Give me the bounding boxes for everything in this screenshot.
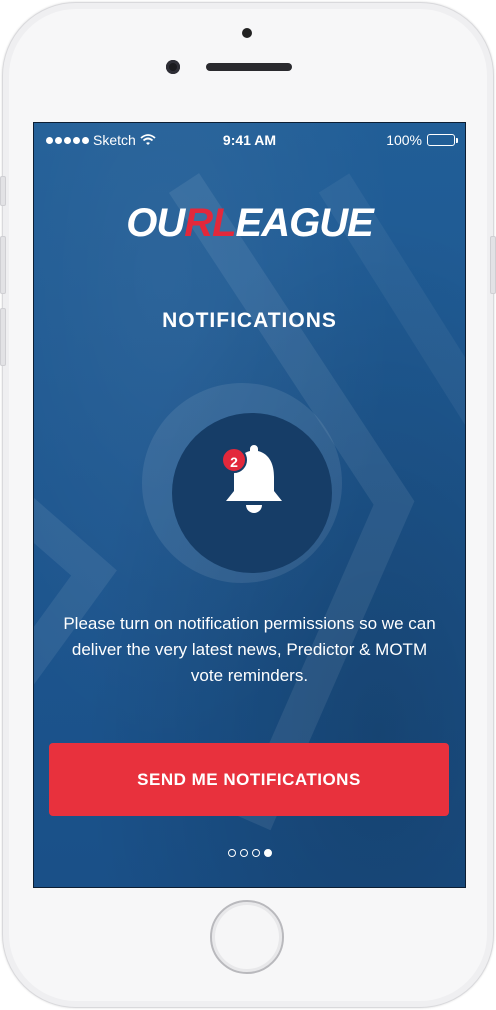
home-button[interactable] — [210, 900, 284, 974]
volume-up-button — [0, 236, 6, 294]
page-indicator[interactable] — [34, 849, 465, 857]
earpiece-speaker — [206, 63, 292, 71]
power-button — [490, 236, 496, 294]
send-notifications-button[interactable]: SEND ME NOTIFICATIONS — [49, 743, 449, 816]
logo-part-1: OU — [126, 201, 185, 245]
page-dot[interactable] — [251, 849, 260, 857]
page-dot[interactable] — [263, 849, 272, 857]
battery-icon — [427, 134, 458, 146]
status-bar: Sketch 9:41 AM 100% — [34, 123, 465, 159]
logo-part-3: EAGUE — [235, 201, 374, 245]
app-logo: OURLEAGUE — [34, 201, 465, 246]
notification-badge: 2 — [221, 447, 247, 473]
page-title: NOTIFICATIONS — [162, 309, 337, 332]
app-screen: Sketch 9:41 AM 100% OURLEAGUE NOTIFICATI… — [33, 122, 466, 888]
volume-down-button — [0, 308, 6, 366]
front-camera — [166, 60, 180, 74]
mute-switch — [0, 176, 6, 206]
page-dot[interactable] — [227, 849, 236, 857]
proximity-sensor — [242, 28, 252, 38]
page-dot[interactable] — [239, 849, 248, 857]
permission-description: Please turn on notification permissions … — [63, 614, 436, 685]
logo-part-2: RL — [184, 201, 236, 245]
battery-percent: 100% — [386, 132, 422, 148]
battery-group: 100% — [386, 132, 458, 148]
